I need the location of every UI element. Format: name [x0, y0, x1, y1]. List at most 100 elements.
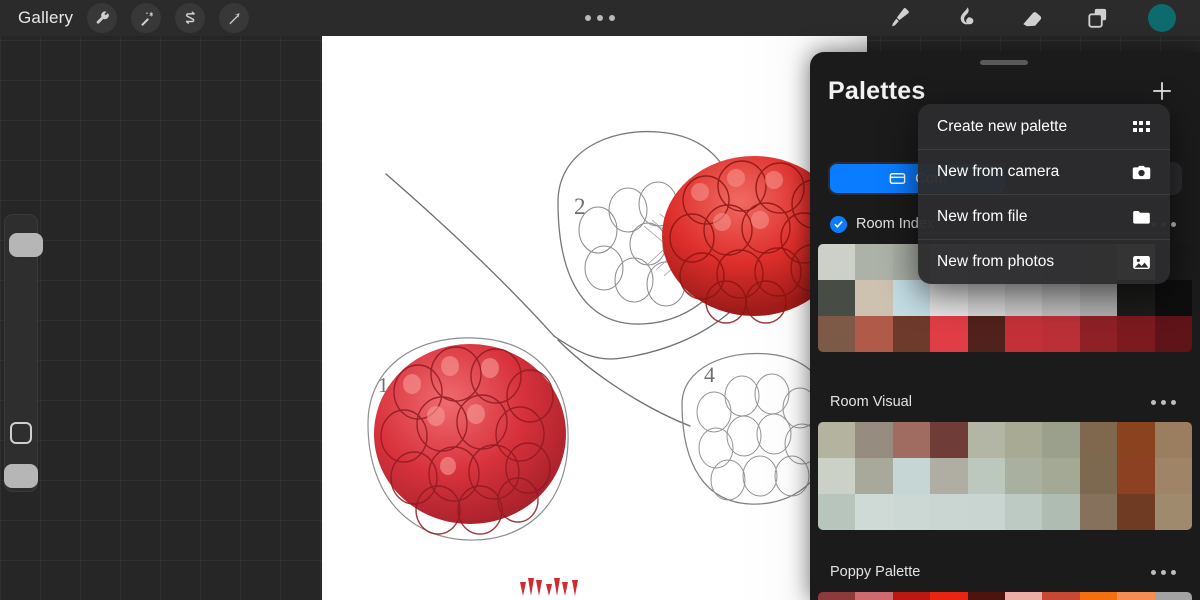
color-swatch[interactable] [967, 280, 1005, 316]
color-swatch[interactable] [967, 316, 1005, 352]
brush-sidebar[interactable] [0, 214, 43, 496]
swatch-grid[interactable] [818, 422, 1192, 530]
color-swatch[interactable] [967, 422, 1005, 458]
s-selection-icon[interactable] [175, 3, 206, 33]
color-swatch[interactable] [818, 494, 856, 530]
color-swatch[interactable] [1154, 316, 1192, 352]
color-swatch[interactable] [1079, 280, 1118, 316]
color-swatch[interactable] [1042, 280, 1080, 316]
palette-header: Room Visual [818, 382, 1192, 422]
color-swatch[interactable] [818, 316, 856, 352]
layers-icon[interactable] [1082, 3, 1114, 33]
color-swatch[interactable] [1079, 458, 1118, 494]
color-swatch[interactable] [892, 458, 931, 494]
color-swatch[interactable] [1148, 4, 1176, 32]
color-swatch[interactable] [818, 280, 856, 316]
palette-card-room-visual: Room Visual [818, 382, 1192, 530]
artwork-sketch: 2 4 1 [322, 36, 867, 600]
panel-drag-handle[interactable] [980, 60, 1028, 65]
palette-options-icon[interactable] [1151, 569, 1176, 575]
eraser-icon[interactable] [1016, 3, 1048, 33]
photo-icon [1129, 250, 1153, 274]
menu-item-create-new-palette[interactable]: Create new palette [918, 104, 1170, 149]
color-swatch[interactable] [1079, 316, 1118, 352]
color-swatch[interactable] [1079, 494, 1118, 530]
color-swatch[interactable] [1004, 280, 1043, 316]
color-swatch[interactable] [930, 494, 968, 530]
color-swatch[interactable] [1154, 592, 1192, 600]
color-swatch[interactable] [1004, 316, 1043, 352]
color-swatch[interactable] [855, 244, 893, 280]
color-swatch[interactable] [1154, 458, 1192, 494]
color-swatch[interactable] [1117, 592, 1155, 600]
color-swatch[interactable] [892, 280, 931, 316]
color-swatch[interactable] [1042, 592, 1080, 600]
menu-item-new-from-camera[interactable]: New from camera [918, 149, 1170, 194]
palette-card-poppy: Poppy Palette [818, 552, 1192, 600]
color-swatch[interactable] [855, 316, 893, 352]
plus-icon[interactable] [1148, 77, 1176, 105]
folder-icon [1129, 205, 1153, 229]
wrench-icon[interactable] [87, 3, 118, 33]
color-swatch[interactable] [967, 592, 1005, 600]
color-swatch[interactable] [930, 280, 968, 316]
check-icon [830, 215, 847, 233]
top-toolbar: Gallery [0, 0, 1200, 36]
color-swatch[interactable] [1154, 280, 1192, 316]
color-swatch[interactable] [1079, 422, 1118, 458]
svg-text:4: 4 [704, 362, 715, 387]
gallery-button[interactable]: Gallery [18, 8, 73, 28]
color-swatch[interactable] [892, 494, 931, 530]
color-swatch[interactable] [892, 422, 931, 458]
color-swatch[interactable] [855, 280, 893, 316]
artwork-canvas[interactable]: 2 4 1 [322, 36, 867, 600]
color-swatch[interactable] [930, 316, 968, 352]
color-swatch[interactable] [855, 458, 893, 494]
color-swatch[interactable] [1154, 422, 1192, 458]
color-swatch[interactable] [892, 316, 931, 352]
palette-header: Poppy Palette [818, 552, 1192, 592]
brush-size-slider[interactable] [4, 214, 43, 492]
palette-name: Poppy Palette [830, 564, 921, 580]
menu-item-label: New from camera [937, 163, 1060, 180]
color-swatch[interactable] [1154, 494, 1192, 530]
color-swatch[interactable] [1117, 494, 1155, 530]
color-swatch[interactable] [1117, 316, 1155, 352]
brush-opacity-handle[interactable] [4, 464, 38, 488]
color-swatch[interactable] [855, 422, 893, 458]
menu-item-new-from-file[interactable]: New from file [918, 194, 1170, 239]
color-swatch[interactable] [892, 592, 931, 600]
palette-options-icon[interactable] [1151, 399, 1176, 405]
color-swatch[interactable] [1117, 280, 1155, 316]
color-swatch[interactable] [967, 494, 1005, 530]
brush-size-handle[interactable] [9, 233, 43, 257]
color-swatch[interactable] [1117, 422, 1155, 458]
color-swatch[interactable] [818, 592, 856, 600]
color-swatch[interactable] [818, 458, 856, 494]
swatch-grid[interactable] [818, 592, 1192, 600]
smudge-icon[interactable] [950, 3, 982, 33]
color-swatch[interactable] [930, 422, 968, 458]
color-swatch[interactable] [930, 592, 968, 600]
magic-wand-icon[interactable] [131, 3, 162, 33]
color-swatch[interactable] [1117, 458, 1155, 494]
color-swatch[interactable] [930, 458, 968, 494]
color-swatch[interactable] [1079, 592, 1118, 600]
color-swatch[interactable] [967, 458, 1005, 494]
paintbrush-icon[interactable] [884, 3, 916, 33]
color-swatch[interactable] [818, 422, 856, 458]
color-swatch[interactable] [818, 244, 856, 280]
color-swatch[interactable] [855, 592, 893, 600]
color-swatch[interactable] [1004, 592, 1043, 600]
menu-item-new-from-photos[interactable]: New from photos [918, 239, 1170, 284]
color-swatch[interactable] [1042, 316, 1080, 352]
color-swatch[interactable] [1042, 458, 1080, 494]
color-swatch[interactable] [1042, 494, 1080, 530]
modify-button[interactable] [10, 422, 32, 444]
arrow-transform-icon[interactable] [219, 3, 250, 33]
color-swatch[interactable] [1004, 422, 1043, 458]
color-swatch[interactable] [1004, 494, 1043, 530]
color-swatch[interactable] [855, 494, 893, 530]
color-swatch[interactable] [1042, 422, 1080, 458]
color-swatch[interactable] [1004, 458, 1043, 494]
